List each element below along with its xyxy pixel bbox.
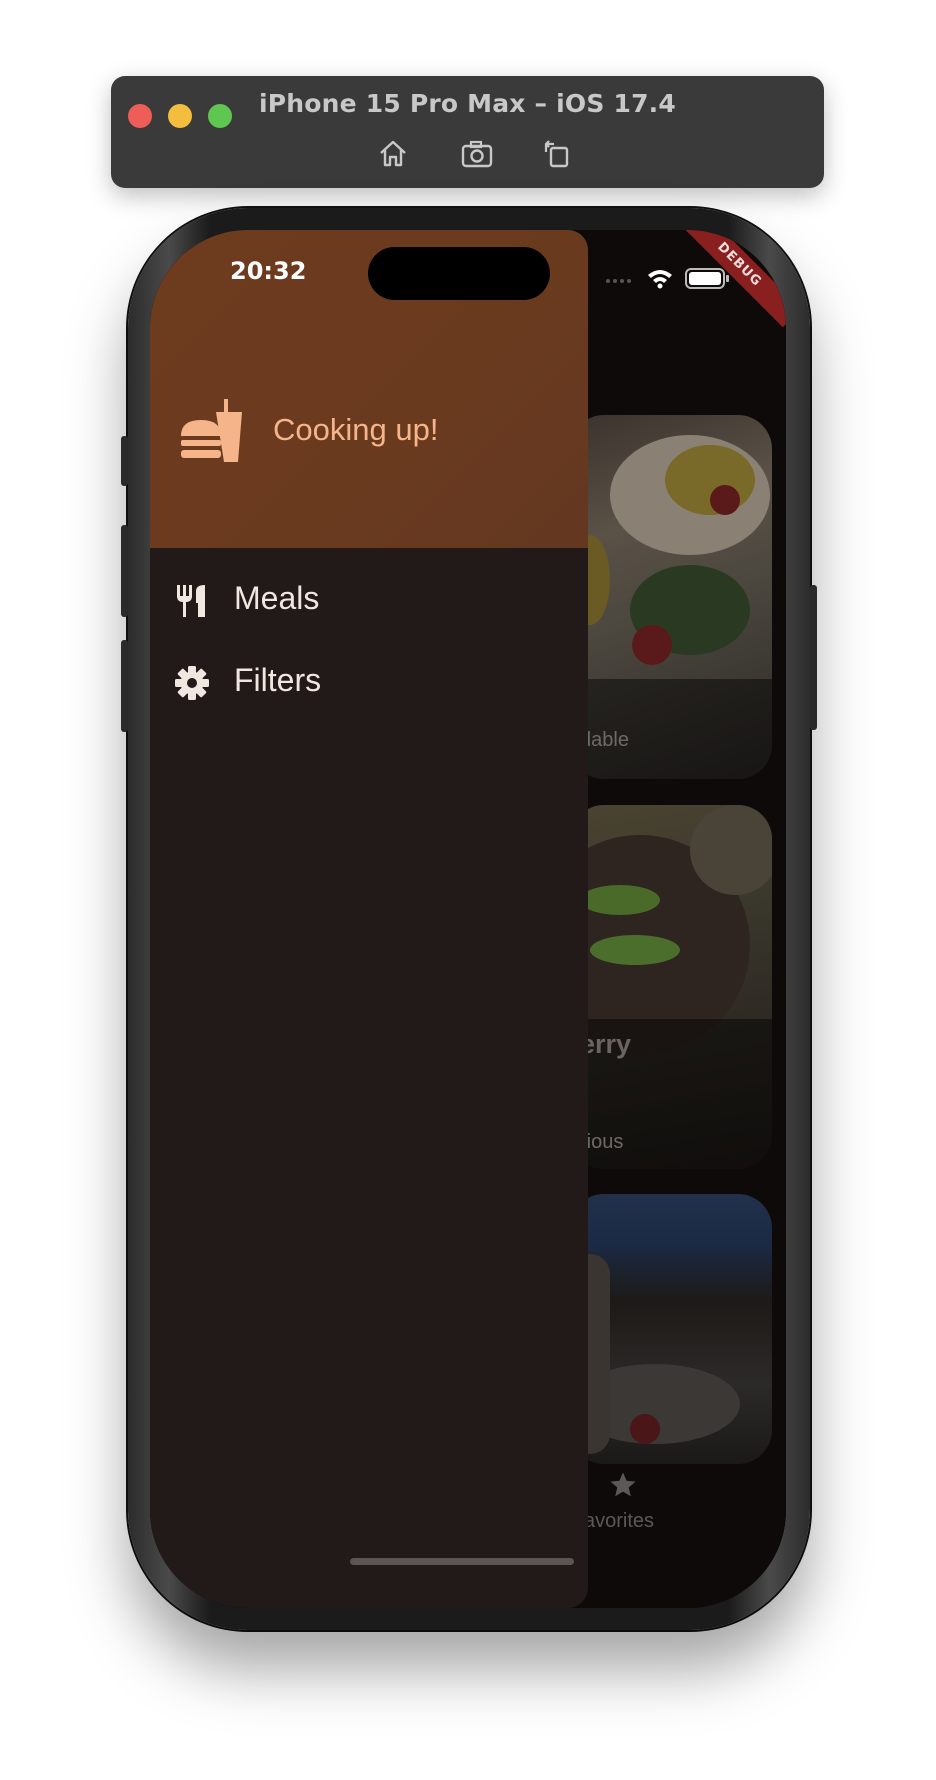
drawer-item-label: Filters: [234, 662, 322, 698]
meal-card[interactable]: erry rious: [570, 805, 772, 1169]
meal-card[interactable]: dable: [570, 415, 772, 779]
phone-screen: DEBUG dable erry rious avorites 20:32 Co…: [150, 230, 786, 1608]
home-indicator[interactable]: [350, 1558, 574, 1565]
dynamic-island: [368, 247, 550, 300]
screenshot-icon[interactable]: [457, 134, 497, 174]
simulator-toolbar: [111, 134, 824, 174]
star-icon[interactable]: [608, 1470, 638, 1500]
restaurant-icon: [174, 583, 210, 619]
power-button: [810, 585, 817, 730]
fastfood-icon: [179, 398, 245, 464]
tab-favorites-label[interactable]: avorites: [584, 1510, 654, 1533]
drawer-header: 20:32 Cooking up!: [150, 230, 588, 548]
card-caption: erry rious: [570, 1019, 772, 1169]
settings-icon: [174, 665, 210, 701]
volume-down-button: [121, 640, 128, 732]
volume-up-button: [121, 525, 128, 617]
meal-card[interactable]: [570, 1194, 772, 1464]
home-icon[interactable]: [373, 134, 413, 174]
simulator-title-bar: iPhone 15 Pro Max – iOS 17.4: [111, 76, 824, 188]
drawer-item-filters[interactable]: Filters: [150, 648, 588, 718]
card-caption: dable: [570, 679, 772, 779]
drawer-item-meals[interactable]: Meals: [150, 566, 588, 636]
status-time: 20:32: [230, 257, 307, 285]
rotate-icon[interactable]: [537, 134, 577, 174]
simulator-title: iPhone 15 Pro Max – iOS 17.4: [259, 89, 676, 118]
drawer-title: Cooking up!: [273, 412, 439, 447]
action-button: [121, 436, 128, 486]
drawer-item-label: Meals: [234, 580, 320, 616]
navigation-drawer: 20:32 Cooking up! Meals Filters: [150, 230, 588, 1608]
